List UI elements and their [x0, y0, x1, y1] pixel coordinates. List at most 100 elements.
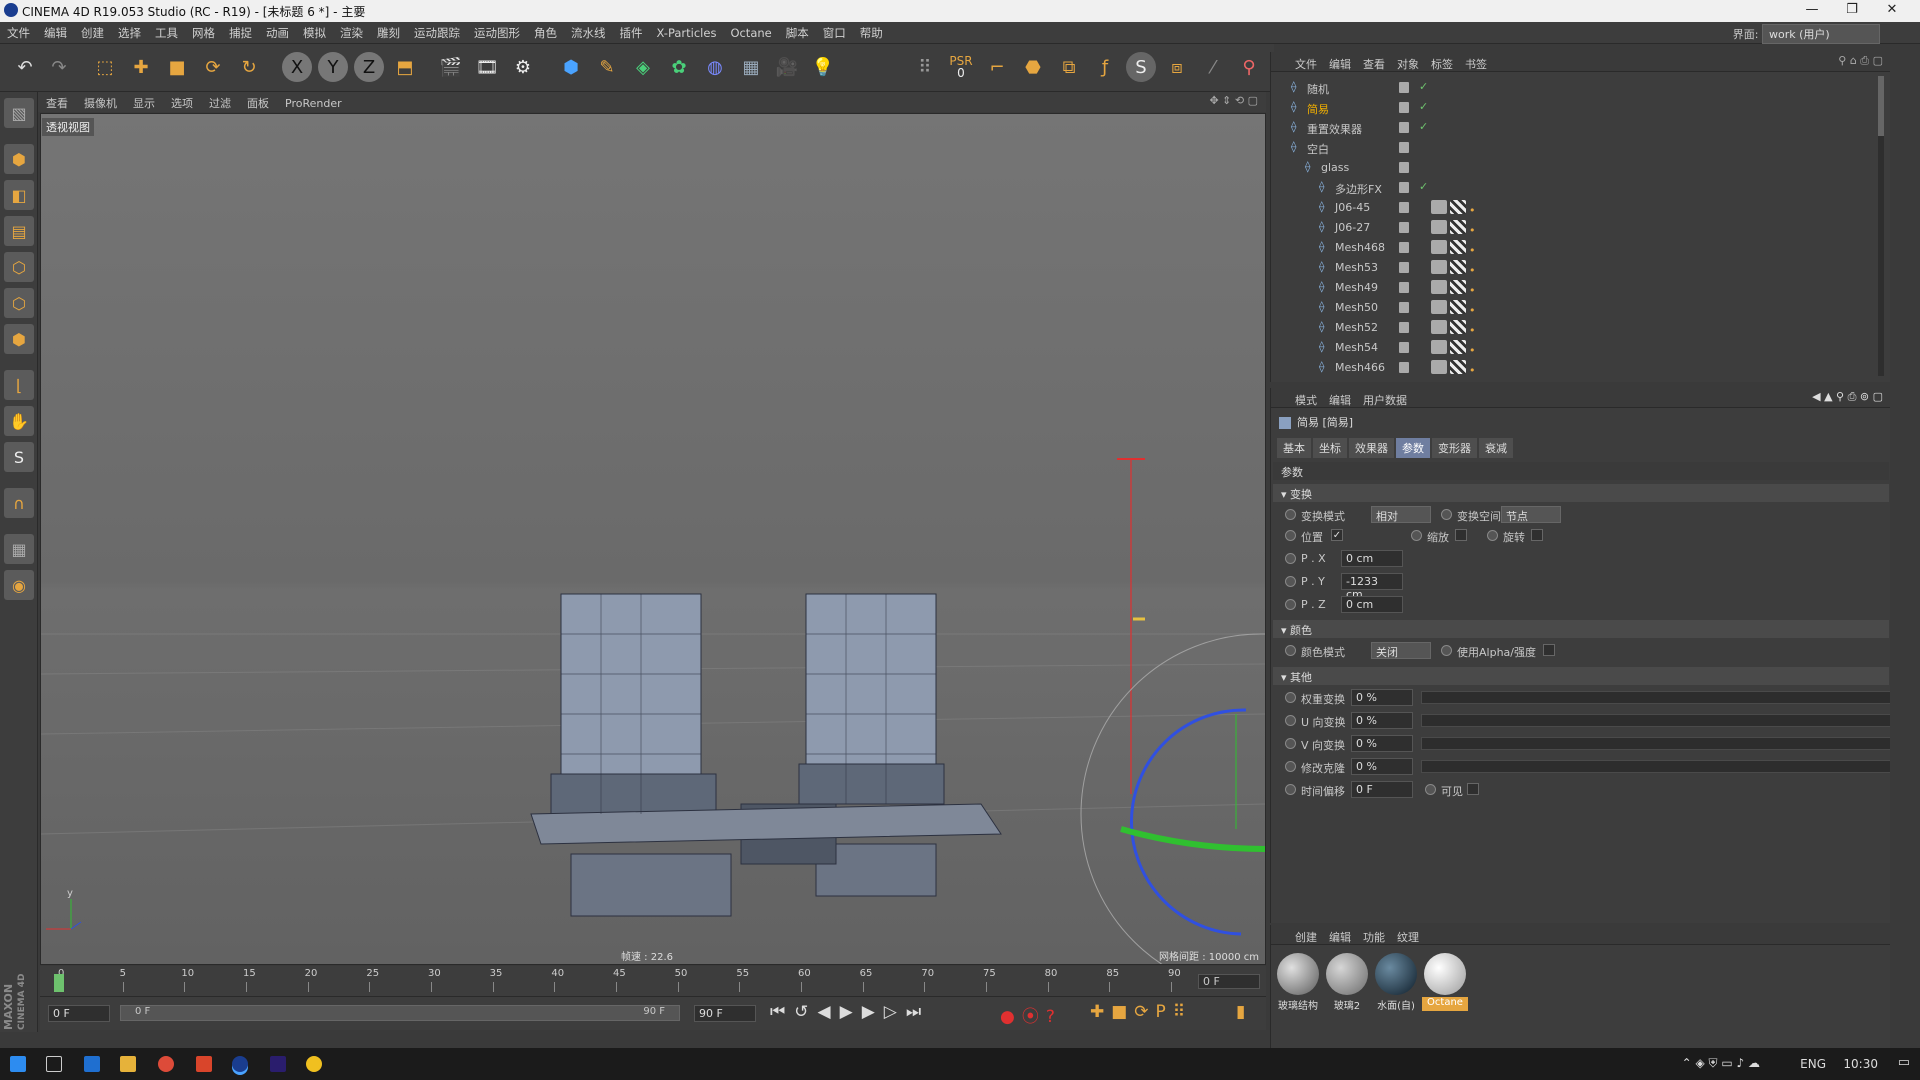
grid-lock-icon[interactable]: ▦	[4, 534, 34, 564]
octane-tag-icon[interactable]: •	[1469, 364, 1485, 378]
object-row[interactable]: ⟠ Mesh50 •	[1271, 298, 1871, 318]
layer-flag[interactable]	[1399, 82, 1409, 93]
mograph-icon[interactable]: ⠿	[910, 52, 940, 82]
workplane-icon[interactable]: ⬣	[1018, 52, 1048, 82]
object-row[interactable]: ⟠ Mesh49 •	[1271, 278, 1871, 298]
range-slider[interactable]: 0 F 90 F	[120, 1005, 680, 1021]
playhead[interactable]	[54, 974, 64, 992]
menu-item-13[interactable]: 角色	[527, 22, 564, 41]
section-color[interactable]: ▾ 颜色	[1273, 620, 1889, 638]
anim-dot[interactable]	[1285, 599, 1296, 610]
snap-icon[interactable]: ⌐	[982, 52, 1012, 82]
solo-icon[interactable]: ◉	[4, 570, 34, 600]
snapping-settings-icon[interactable]: ⧈	[1162, 52, 1192, 82]
octane-tag-icon[interactable]: •	[1469, 284, 1485, 298]
transform-space-dropdown[interactable]: 节点	[1501, 506, 1561, 523]
paint-icon[interactable]: ⁄	[1198, 52, 1228, 82]
phong-tag-icon[interactable]	[1431, 200, 1447, 214]
interface-dropdown[interactable]: work (用户)	[1762, 24, 1880, 44]
material-ball[interactable]	[1326, 953, 1368, 995]
phong-tag-icon[interactable]	[1431, 340, 1447, 354]
object-tags[interactable]: •	[1431, 340, 1488, 358]
menu-item-2[interactable]: 创建	[74, 22, 111, 41]
object-tags[interactable]: •	[1431, 320, 1488, 338]
layer-flag[interactable]	[1399, 222, 1409, 233]
material-label[interactable]: 玻璃结构	[1275, 997, 1321, 1012]
layer-flag[interactable]	[1399, 142, 1409, 153]
attribute-menu-item-1[interactable]: 编辑	[1323, 388, 1357, 408]
material-ball[interactable]	[1424, 953, 1466, 995]
timeline[interactable]: 051015202530354045505560657075808590 0 F	[40, 966, 1266, 996]
start-icon[interactable]	[10, 1056, 26, 1072]
menu-item-7[interactable]: 动画	[259, 22, 296, 41]
layer-flag[interactable]	[1399, 242, 1409, 253]
phong-tag-icon[interactable]	[1431, 320, 1447, 334]
object-row[interactable]: ⟠ Mesh468 •	[1271, 238, 1871, 258]
chrome-icon[interactable]	[158, 1056, 174, 1072]
scale-checkbox[interactable]	[1455, 529, 1467, 541]
object-row[interactable]: ⟠ 随机 ✓	[1271, 78, 1871, 98]
layer-flag[interactable]	[1399, 262, 1409, 273]
end-frame-field[interactable]: 90 F	[694, 1005, 756, 1022]
anim-dot[interactable]	[1411, 530, 1422, 541]
octane-tag-icon[interactable]: •	[1469, 324, 1485, 338]
transform-mode-dropdown[interactable]: 相对	[1371, 506, 1431, 523]
viewport-menu-item-1[interactable]: 摄像机	[76, 92, 125, 111]
render-view-icon[interactable]: 🎬	[436, 52, 466, 82]
color-mode-dropdown[interactable]: 关闭	[1371, 642, 1431, 659]
magnet-icon[interactable]: ∩	[4, 488, 34, 518]
select-tool-icon[interactable]: ⬚	[90, 52, 120, 82]
redo-icon[interactable]: ↷	[44, 52, 74, 82]
attribute-nav-icons[interactable]: ◀ ▲ ⚲ ⎙ ⊚ ▢	[1812, 390, 1883, 404]
u-field[interactable]: 0 %	[1351, 712, 1413, 729]
material-tag-icon[interactable]	[1450, 300, 1466, 314]
anim-dot[interactable]	[1285, 509, 1296, 520]
camera-icon[interactable]: 🎥	[772, 52, 802, 82]
object-row[interactable]: ⟠ 空白	[1271, 138, 1871, 158]
menu-item-10[interactable]: 雕刻	[370, 22, 407, 41]
menu-item-0[interactable]: 文件	[0, 22, 37, 41]
tweak-mode-icon[interactable]: ✋	[4, 406, 34, 436]
tab-3[interactable]: 参数	[1396, 438, 1430, 458]
object-menu-item-2[interactable]: 查看	[1357, 52, 1391, 72]
psr-button[interactable]: PSR 0	[946, 52, 976, 82]
anim-dot[interactable]	[1425, 784, 1436, 795]
anim-dot[interactable]	[1285, 645, 1296, 656]
menu-item-4[interactable]: 工具	[148, 22, 185, 41]
interface-selector[interactable]: 界面: work (用户)	[1733, 24, 1880, 44]
layer-flag[interactable]	[1399, 182, 1409, 193]
menu-item-20[interactable]: 帮助	[853, 22, 890, 41]
menu-item-11[interactable]: 运动跟踪	[407, 22, 467, 41]
current-frame-field[interactable]: 0 F	[1198, 974, 1260, 989]
language-indicator[interactable]: ENG	[1800, 1057, 1826, 1071]
v-slider[interactable]	[1421, 737, 1891, 750]
layer-flag[interactable]	[1399, 102, 1409, 113]
layer-flag[interactable]	[1399, 282, 1409, 293]
object-row[interactable]: ⟠ J06-27 •	[1271, 218, 1871, 238]
tab-5[interactable]: 衰减	[1479, 438, 1513, 458]
edges-mode-icon[interactable]: ⬡	[4, 288, 34, 318]
record-keys-icons[interactable]: ●⦿?	[1000, 1002, 1062, 1027]
object-menu-item-1[interactable]: 编辑	[1323, 52, 1357, 72]
material-tag-icon[interactable]	[1450, 220, 1466, 234]
render-settings-icon[interactable]: ⚙	[508, 52, 538, 82]
px-field[interactable]: 0 cm	[1341, 550, 1403, 567]
object-row[interactable]: ⟠ glass	[1271, 158, 1871, 178]
menu-item-3[interactable]: 选择	[111, 22, 148, 41]
octane-tag-icon[interactable]: •	[1469, 344, 1485, 358]
move-tool-icon[interactable]: ✚	[126, 52, 156, 82]
modify-clone-field[interactable]: 0 %	[1351, 758, 1413, 775]
viewport-menu-item-3[interactable]: 选项	[163, 92, 201, 111]
clock[interactable]: 10:30	[1843, 1057, 1878, 1071]
anim-dot[interactable]	[1285, 738, 1296, 749]
layer-flag[interactable]	[1399, 162, 1409, 173]
rotate-tool-icon[interactable]: ⟳	[198, 52, 228, 82]
x-axis-lock[interactable]: X	[282, 52, 312, 82]
light-icon[interactable]: 💡	[808, 52, 838, 82]
octane-tag-icon[interactable]: •	[1469, 244, 1485, 258]
menu-item-15[interactable]: 插件	[613, 22, 650, 41]
object-tags[interactable]: •	[1431, 200, 1488, 218]
object-tags[interactable]: •	[1431, 240, 1488, 258]
subdivision-icon[interactable]: ◈	[628, 52, 658, 82]
right-side-tabs[interactable]	[1890, 52, 1920, 1047]
